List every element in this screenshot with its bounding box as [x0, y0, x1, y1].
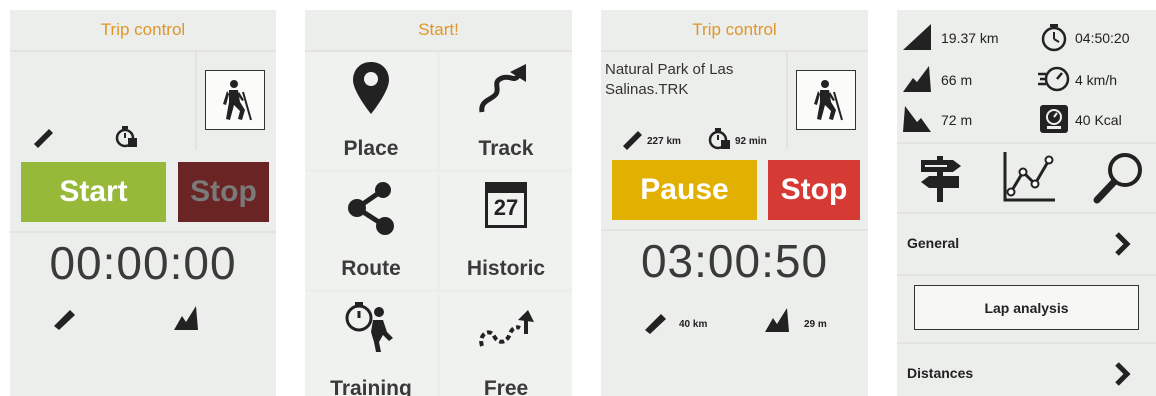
divider [10, 231, 276, 233]
chevron-right-icon [1115, 362, 1131, 386]
distances-row[interactable]: Distances [897, 344, 1156, 396]
menu-label: Free [483, 377, 529, 396]
ruler-icon [623, 131, 642, 150]
training-runner-icon [345, 302, 393, 352]
chevron-right-icon [1115, 232, 1131, 256]
altitude-icon [174, 306, 198, 330]
search-magnifier-icon[interactable] [1093, 150, 1145, 204]
stopwatch-icon [1041, 24, 1067, 52]
free-path-icon [479, 310, 534, 347]
line-chart-icon[interactable] [1001, 150, 1057, 204]
hiker-icon [814, 80, 843, 121]
stop-button[interactable]: Stop [178, 162, 269, 222]
distance-slope-icon [903, 24, 931, 50]
distance-value: 40 km [679, 319, 708, 330]
menu-item-track[interactable]: Track [440, 52, 572, 169]
menu-label: Place [343, 137, 399, 160]
menu-label: Track [478, 137, 534, 160]
general-label: General [907, 235, 960, 251]
ascent-icon [903, 66, 931, 92]
ruler-icon [54, 310, 75, 330]
menu-label: Historic [466, 257, 546, 280]
trip-control-idle-screen: Trip control Start Stop 00:00:00 [10, 10, 276, 396]
lap-analysis-button[interactable]: Lap analysis [914, 285, 1139, 330]
track-distance: 227 km [647, 136, 681, 147]
hiker-icon [223, 80, 252, 121]
descent-icon [903, 106, 931, 132]
stat-descent: 72 m [941, 112, 973, 128]
statistics-screen: 19.37 km 04:50:20 66 m 4 km/h 72 m 40 Kc… [897, 10, 1156, 396]
menu-item-free[interactable]: Free [440, 292, 572, 396]
stat-time: 04:50:20 [1075, 30, 1130, 46]
altitude-icon [765, 308, 789, 332]
screen-title: Trip control [10, 10, 276, 52]
altitude-value: 29 m [804, 319, 827, 330]
lap-analysis-label: Lap analysis [984, 299, 1069, 316]
distances-label: Distances [907, 365, 974, 381]
stopwatch-icon [115, 126, 137, 148]
track-time: 92 min [735, 136, 767, 147]
ruler-icon [34, 129, 53, 148]
calendar-day: 27 [493, 195, 519, 220]
trip-control-active-screen: Trip control Natural Park of Las Salinas… [601, 10, 868, 396]
start-button[interactable]: Start [21, 162, 166, 222]
elapsed-timer: 00:00:00 [49, 237, 237, 289]
screen-title: Trip control [601, 10, 868, 52]
screen-title: Start! [305, 10, 572, 52]
general-row[interactable]: General [897, 214, 1156, 274]
start-menu-screen: Start! Place Track Route 27 Historic Tra… [305, 10, 572, 396]
activity-hiking-button[interactable] [796, 70, 856, 130]
pause-button[interactable]: Pause [612, 160, 757, 220]
calendar-icon: 27 [485, 182, 527, 228]
stopwatch-icon [708, 128, 730, 150]
stat-distance: 19.37 km [941, 30, 999, 46]
divider [897, 142, 1156, 144]
ruler-icon [645, 314, 666, 334]
speed-gauge-icon [1038, 66, 1070, 92]
signpost-icon[interactable] [917, 152, 965, 204]
activity-hiking-button[interactable] [205, 70, 265, 130]
elapsed-timer: 03:00:50 [640, 235, 829, 287]
map-pin-icon [353, 62, 389, 114]
menu-label: Training [330, 377, 412, 396]
stat-calories: 40 Kcal [1075, 112, 1122, 128]
calendar-top-bar [488, 185, 524, 193]
menu-item-route[interactable]: Route [305, 172, 437, 289]
divider [897, 274, 1156, 276]
stat-speed: 4 km/h [1075, 72, 1118, 88]
menu-item-place[interactable]: Place [305, 52, 437, 169]
track-arrow-icon [479, 64, 526, 113]
menu-item-training[interactable]: Training [305, 292, 437, 396]
menu-item-historic[interactable]: 27 Historic [440, 172, 572, 289]
divider [601, 229, 868, 231]
menu-label: Route [341, 257, 401, 280]
scale-calories-icon [1040, 105, 1068, 133]
track-name: Natural Park of Las Salinas.TRK [605, 61, 734, 98]
stat-ascent: 66 m [941, 72, 973, 88]
stop-button[interactable]: Stop [768, 160, 860, 220]
share-route-icon [348, 182, 394, 235]
